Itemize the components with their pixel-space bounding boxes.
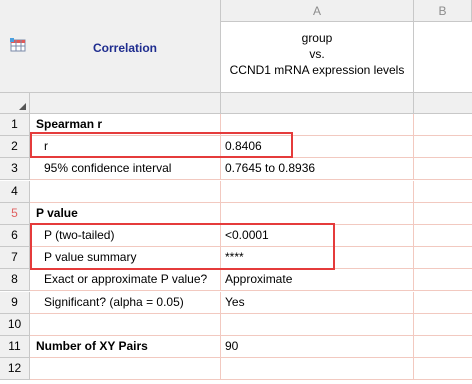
table-row: 9 Significant? (alpha = 0.05) Yes <box>0 291 472 314</box>
subheader-label-cell <box>30 93 221 114</box>
row-number[interactable]: 11 <box>0 336 30 358</box>
table-row: 1 Spearman r <box>0 114 472 136</box>
row-value-cell-b[interactable] <box>414 358 472 381</box>
row-label-cell[interactable]: 95% confidence interval <box>30 158 221 181</box>
row-value-cell-a[interactable]: Approximate <box>221 269 414 292</box>
row-value-cell-a[interactable] <box>221 313 414 336</box>
row-label-cell[interactable] <box>30 180 221 203</box>
column-a-title-line: CCND1 mRNA expression levels <box>229 63 405 77</box>
subheader-b-cell <box>414 93 472 114</box>
row-value-cell-a[interactable]: Yes <box>221 291 414 314</box>
row-value-cell-a[interactable]: <0.0001 <box>221 225 414 247</box>
row-value-cell-b[interactable] <box>414 203 472 225</box>
row-value-cell-b[interactable] <box>414 136 472 159</box>
row-value-cell-a[interactable]: 90 <box>221 336 414 358</box>
column-header-a[interactable]: A <box>221 0 414 22</box>
row-value-cell-b[interactable] <box>414 181 472 203</box>
row-number[interactable]: 1 <box>0 114 30 136</box>
row-value-cell-b[interactable] <box>414 225 472 247</box>
row-number[interactable]: 2 <box>0 136 30 159</box>
table-row: 7P value summary **** <box>0 247 472 270</box>
table-row: 4 <box>0 180 472 203</box>
column-a-title[interactable]: group vs. CCND1 mRNA expression levels <box>221 22 414 93</box>
row-label-cell[interactable]: Number of XY Pairs <box>30 336 221 358</box>
row-value-cell-b[interactable] <box>414 314 472 336</box>
row-number[interactable]: 10 <box>0 313 30 336</box>
table-title: Correlation <box>92 41 157 55</box>
row-value-cell-a[interactable] <box>221 358 414 381</box>
row-label-cell[interactable] <box>30 358 221 381</box>
table-row: 2 r 0.8406 <box>0 136 472 159</box>
row-value-cell-b[interactable] <box>414 114 472 136</box>
row-label-cell[interactable]: P (two-tailed) <box>30 225 221 247</box>
row-value-cell-b[interactable] <box>414 292 472 314</box>
row-value-cell-b[interactable] <box>414 158 472 181</box>
row-number[interactable]: 7 <box>0 247 30 270</box>
row-value-cell-a[interactable] <box>221 180 414 203</box>
column-header-b[interactable]: B <box>414 0 472 22</box>
row-value-cell-b[interactable] <box>414 269 472 292</box>
table-row: 5P value <box>0 202 472 225</box>
table-row: 8 Exact or approximate P value? Approximat… <box>0 269 472 292</box>
row-value-cell-a[interactable]: 0.8406 <box>221 136 414 159</box>
row-value-cell-a[interactable]: 0.7645 to 0.8936 <box>221 158 414 181</box>
row-label-cell[interactable]: r <box>30 136 221 159</box>
table-title-cell[interactable]: Correlation <box>0 0 221 93</box>
table-row: 6P (two-tailed) <0.0001 <box>0 225 472 247</box>
row-label-cell[interactable] <box>30 313 221 336</box>
row-label-cell[interactable]: Exact or approximate P value? <box>30 269 221 292</box>
table-row: 10 <box>0 313 472 336</box>
row-value-cell-b[interactable] <box>414 336 472 358</box>
row-number[interactable]: 3 <box>0 158 30 181</box>
table-row: 3 95% confidence interval 0.7645 to 0.8936 <box>0 158 472 181</box>
table-grid-icon <box>10 38 26 52</box>
table-row: 11 Number of XY Pairs 90 <box>0 336 472 358</box>
row-number[interactable]: 5 <box>0 202 30 225</box>
results-sheet: Correlation A B group vs. CCND1 mRNA exp… <box>0 0 472 384</box>
row-label-cell[interactable]: Significant? (alpha = 0.05) <box>30 291 221 314</box>
table-row: 12 <box>0 358 472 381</box>
row-number[interactable]: 4 <box>0 180 30 203</box>
column-a-title-line: group <box>301 31 333 45</box>
column-b-title[interactable] <box>414 22 472 93</box>
select-all-corner[interactable] <box>0 93 30 114</box>
corner-triangle-icon <box>19 103 26 110</box>
row-value-cell-a[interactable] <box>221 202 414 225</box>
row-number[interactable]: 8 <box>0 269 30 292</box>
row-number[interactable]: 6 <box>0 225 30 247</box>
column-a-title-line: vs. <box>309 47 325 61</box>
row-number[interactable]: 9 <box>0 291 30 314</box>
row-value-cell-a[interactable]: **** <box>221 247 414 270</box>
row-label-cell[interactable]: Spearman r <box>30 114 221 136</box>
row-value-cell-a[interactable] <box>221 114 414 136</box>
row-number[interactable]: 12 <box>0 358 30 381</box>
row-label-cell[interactable]: P value summary <box>30 247 221 270</box>
row-value-cell-b[interactable] <box>414 247 472 270</box>
row-label-cell[interactable]: P value <box>30 202 221 225</box>
subheader-a-cell <box>221 93 414 114</box>
